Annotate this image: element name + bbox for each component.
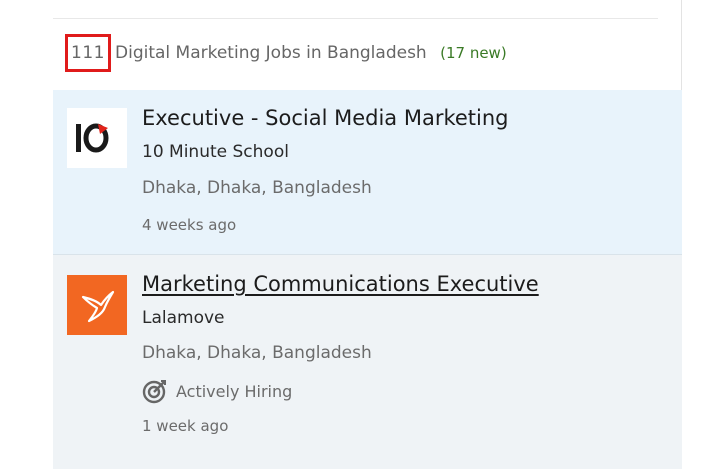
results-header: Digital Marketing Jobs in Bangladesh (17… [115,34,507,72]
target-icon [142,380,166,404]
divider [53,18,658,19]
company-name: Lalamove [142,308,225,328]
posted-time: 4 weeks ago [142,216,237,234]
company-logo [67,275,127,335]
company-logo [67,108,127,168]
new-count-badge: (17 new) [440,44,507,62]
job-title-link[interactable]: Marketing Communications Executive [142,272,539,296]
results-count: 111 [65,34,111,72]
hummingbird-icon [81,290,115,323]
actively-hiring-label: Actively Hiring [176,381,293,401]
job-location: Dhaka, Dhaka, Bangladesh [142,343,372,363]
job-location: Dhaka, Dhaka, Bangladesh [142,178,372,198]
company-name: 10 Minute School [142,142,289,162]
10-minute-school-logo-icon [76,123,109,153]
actively-hiring-badge: Actively Hiring [142,378,292,404]
job-card[interactable]: Executive - Social Media Marketing 10 Mi… [53,90,682,255]
posted-time: 1 week ago [142,417,229,435]
job-card[interactable]: Marketing Communications Executive Lalam… [53,255,682,469]
results-query: Digital Marketing Jobs in Bangladesh [115,43,427,63]
job-title-link[interactable]: Executive - Social Media Marketing [142,106,509,130]
